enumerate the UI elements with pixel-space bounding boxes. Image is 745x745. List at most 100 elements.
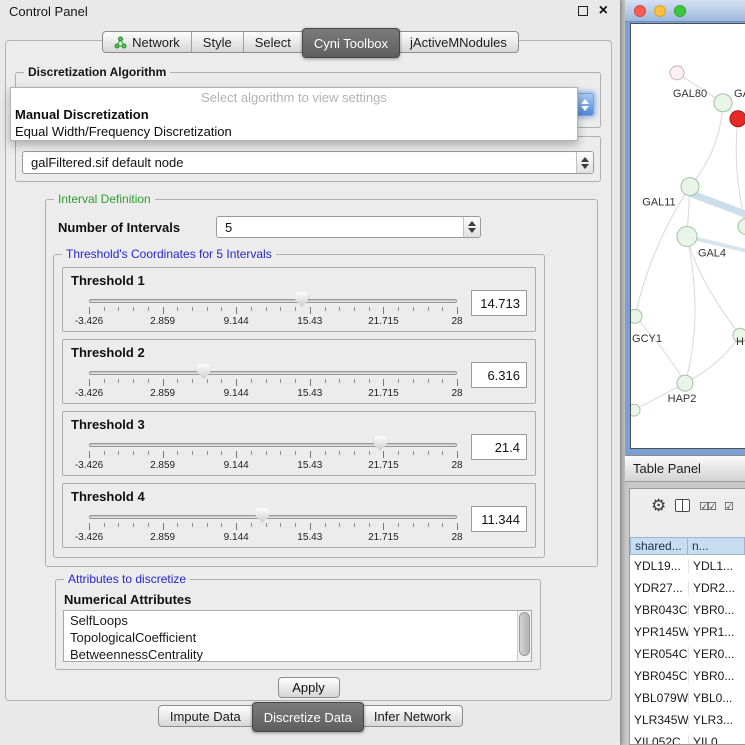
- table-row[interactable]: YLR345WYLR3...: [630, 709, 745, 731]
- float-window-icon[interactable]: [578, 6, 588, 16]
- number-of-intervals-label: Number of Intervals: [58, 220, 216, 235]
- table-cell: YER0...: [688, 647, 745, 661]
- table-data-combobox[interactable]: galFiltered.sif default node: [22, 151, 594, 174]
- checkbox-multi-icon[interactable]: [699, 497, 715, 515]
- threshold-slider[interactable]: -3.4262.8599.14415.4321.71528: [89, 362, 457, 402]
- table-row[interactable]: YBR045CYBR0...: [630, 665, 745, 687]
- down-arrow-icon: [468, 228, 476, 233]
- down-arrow-icon: [581, 106, 589, 111]
- attribute-list-item[interactable]: BetweennessCentrality: [70, 646, 517, 662]
- network-node-selected[interactable]: [730, 111, 745, 127]
- threshold-label: Threshold 3: [71, 417, 527, 432]
- zoom-traffic-light-icon[interactable]: [674, 5, 686, 17]
- slider-track[interactable]: [89, 371, 457, 375]
- cyni-toolbox-panel: Discretization Algorithm Select algorith…: [5, 40, 612, 701]
- attributes-scrollbar[interactable]: [517, 611, 531, 661]
- table-row[interactable]: YDL19...YDL1...: [630, 555, 745, 577]
- network-node[interactable]: [714, 94, 732, 112]
- slider-thumb[interactable]: [374, 436, 387, 451]
- slider-scale: -3.4262.8599.14415.4321.71528: [89, 460, 457, 471]
- network-node[interactable]: [677, 375, 693, 391]
- group-title: Discretization Algorithm: [24, 65, 170, 79]
- table-row[interactable]: YPR145WYPR1...: [630, 621, 745, 643]
- column-header-name[interactable]: n...: [688, 537, 745, 555]
- threshold-slider[interactable]: -3.4262.8599.14415.4321.71528: [89, 290, 457, 330]
- table-row[interactable]: YDR27...YDR2...: [630, 577, 745, 599]
- table-panel-title: Table Panel: [633, 461, 701, 476]
- network-icon: [114, 36, 127, 49]
- network-node[interactable]: [631, 309, 642, 323]
- tab-impute-data[interactable]: Impute Data: [159, 706, 253, 726]
- bottom-tab-group: Impute Data Discretize Data Infer Networ…: [158, 705, 463, 727]
- interval-definition-group: Interval Definition Number of Intervals …: [45, 199, 598, 567]
- tab-network[interactable]: Network: [103, 32, 192, 52]
- dropdown-item-manual-discretization[interactable]: Manual Discretization: [11, 106, 577, 123]
- slider-thumb[interactable]: [256, 508, 269, 523]
- tab-discretize-data[interactable]: Discretize Data: [252, 702, 364, 732]
- dropdown-item-equal-width-frequency[interactable]: Equal Width/Frequency Discretization: [11, 123, 577, 140]
- slider-scale: -3.4262.8599.14415.4321.71528: [89, 316, 457, 327]
- network-node[interactable]: [738, 219, 745, 235]
- checkbox-icon[interactable]: [724, 497, 734, 515]
- threshold-panel: Threshold 4-3.4262.8599.14415.4321.71528…: [62, 483, 536, 548]
- table-row[interactable]: YBL079WYBL0...: [630, 687, 745, 709]
- threshold-slider[interactable]: -3.4262.8599.14415.4321.71528: [89, 434, 457, 474]
- table-cell: YIL0...: [688, 735, 745, 744]
- window-title: Control Panel: [9, 4, 88, 19]
- table-row[interactable]: YIL052CYIL0...: [630, 731, 745, 744]
- tab-jactivemnodules[interactable]: jActiveMNodules: [399, 32, 518, 52]
- slider-track[interactable]: [89, 299, 457, 303]
- column-header-shared-name[interactable]: shared...: [630, 537, 688, 555]
- slider-ticks: [89, 451, 457, 458]
- tab-style[interactable]: Style: [192, 32, 244, 52]
- network-edge[interactable]: [690, 103, 723, 187]
- table-row[interactable]: YBR043CYBR0...: [630, 599, 745, 621]
- control-panel-window: Control Panel Network Style: [0, 0, 621, 745]
- attribute-list-item[interactable]: TopologicalCoefficient: [70, 629, 517, 646]
- threshold-list: Threshold 1-3.4262.8599.14415.4321.71528…: [62, 267, 536, 548]
- threshold-slider[interactable]: -3.4262.8599.14415.4321.71528: [89, 506, 457, 546]
- combobox-stepper-icon[interactable]: [576, 94, 593, 115]
- top-tab-group: Network Style Select Cyni Toolbox jActiv…: [102, 31, 519, 53]
- close-traffic-light-icon[interactable]: [634, 5, 646, 17]
- combobox-stepper-icon[interactable]: [463, 217, 480, 237]
- threshold-value-field[interactable]: 21.4: [471, 434, 527, 460]
- table-panel-header[interactable]: Table Panel: [625, 455, 745, 482]
- table-data-group: Table Data galFiltered.sif default node: [15, 136, 601, 182]
- slider-track[interactable]: [89, 443, 457, 447]
- network-edge[interactable]: [691, 194, 745, 216]
- network-node[interactable]: [670, 66, 684, 80]
- tab-select[interactable]: Select: [244, 32, 303, 52]
- network-edge[interactable]: [635, 316, 685, 383]
- network-edge[interactable]: [685, 236, 695, 383]
- numerical-attributes-list[interactable]: SelfLoopsTopologicalCoefficientBetweenne…: [63, 610, 532, 662]
- combobox-stepper-icon[interactable]: [576, 152, 593, 173]
- network-node-label: HAP2: [668, 393, 697, 405]
- tab-cyni-toolbox[interactable]: Cyni Toolbox: [302, 28, 400, 58]
- network-node[interactable]: [681, 178, 699, 196]
- slider-thumb[interactable]: [295, 292, 308, 307]
- threshold-value-field[interactable]: 14.713: [471, 290, 527, 316]
- tab-label: Infer Network: [374, 709, 451, 724]
- threshold-value-field[interactable]: 6.316: [471, 362, 527, 388]
- network-node[interactable]: [677, 227, 697, 247]
- slider-track[interactable]: [89, 515, 457, 519]
- close-icon[interactable]: [599, 6, 608, 16]
- apply-button[interactable]: Apply: [278, 677, 340, 698]
- table-row[interactable]: YER054CYER0...: [630, 643, 745, 665]
- attribute-list-item[interactable]: SelfLoops: [70, 612, 517, 629]
- slider-thumb[interactable]: [197, 364, 210, 379]
- gear-icon[interactable]: [651, 497, 666, 516]
- network-canvas[interactable]: GAL80GAGAL11GAL4GCY1HAP2H: [630, 23, 745, 449]
- scrollbar-thumb[interactable]: [519, 612, 530, 656]
- tab-label: Style: [203, 35, 232, 50]
- number-of-intervals-combobox[interactable]: 5: [216, 216, 481, 238]
- table-cell: YER054C: [630, 647, 688, 661]
- table-cell: YDL1...: [688, 559, 745, 573]
- columns-icon[interactable]: [675, 499, 690, 512]
- network-node[interactable]: [631, 404, 640, 416]
- minimize-traffic-light-icon[interactable]: [654, 5, 666, 17]
- threshold-panel: Threshold 1-3.4262.8599.14415.4321.71528…: [62, 267, 536, 332]
- threshold-value-field[interactable]: 11.344: [471, 506, 527, 532]
- tab-infer-network[interactable]: Infer Network: [363, 706, 462, 726]
